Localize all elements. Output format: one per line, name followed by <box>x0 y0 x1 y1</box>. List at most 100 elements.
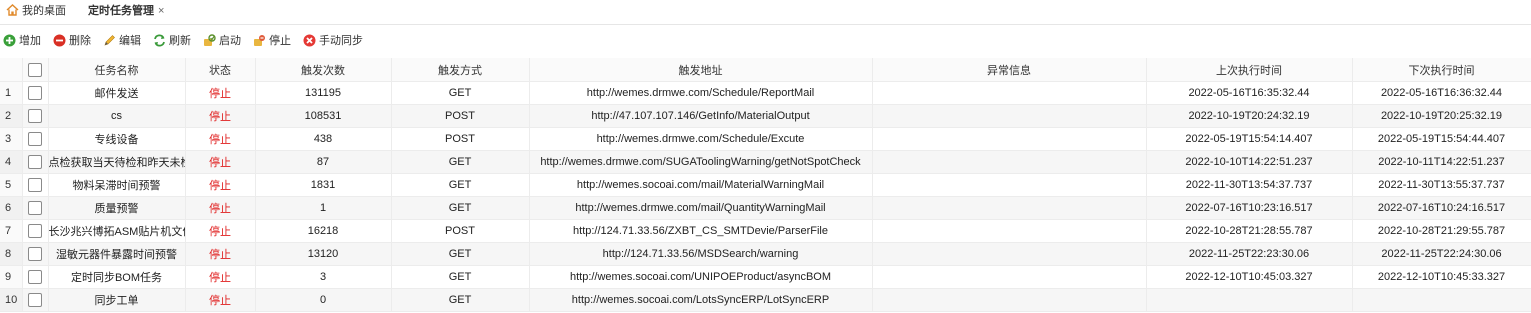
add-icon <box>3 34 16 47</box>
error-info-cell <box>872 288 1147 312</box>
task-name-cell: 专线设备 <box>48 127 186 151</box>
next-run-cell: 2022-05-19T15:54:44.407 <box>1352 127 1531 151</box>
delete-icon <box>53 34 66 47</box>
home-icon <box>6 4 19 16</box>
column-header-error-info[interactable]: 异常信息 <box>872 58 1147 82</box>
trigger-method-cell: GET <box>391 150 530 174</box>
row-checkbox-cell <box>22 265 49 289</box>
delete-button[interactable]: 删除 <box>53 30 91 52</box>
tab-home[interactable]: 我的桌面 <box>6 0 66 24</box>
column-header-status[interactable]: 状态 <box>185 58 256 82</box>
last-run-cell: 2022-11-30T13:54:37.737 <box>1146 173 1353 197</box>
table-row[interactable]: 9 定时同步BOM任务 停止 3 GET http://wemes.socoai.com/… <box>0 265 1531 289</box>
status-cell: 停止 <box>185 265 256 289</box>
trigger-url-cell: http://wemes.drmwe.com/mail/QuantityWarn… <box>529 196 873 220</box>
trigger-url-cell: http://wemes.drmwe.com/Schedule/Excute <box>529 127 873 151</box>
task-grid: 任务名称 状态 触发次数 触发方式 触发地址 异常信息 上次执行时间 下次执行时… <box>0 58 1531 313</box>
column-header-trigger-count[interactable]: 触发次数 <box>255 58 392 82</box>
row-checkbox[interactable] <box>28 109 42 123</box>
row-checkbox[interactable] <box>28 178 42 192</box>
table-row[interactable]: 7 长沙兆兴博拓ASM贴片机文件 停止 16218 POST http://124.71.… <box>0 219 1531 243</box>
refresh-button[interactable]: 刷新 <box>153 30 191 52</box>
trigger-count-cell: 87 <box>255 150 392 174</box>
row-checkbox-cell <box>22 150 49 174</box>
next-run-cell <box>1352 288 1531 312</box>
error-info-cell <box>872 173 1147 197</box>
last-run-cell: 2022-07-16T10:23:16.517 <box>1146 196 1353 220</box>
row-checkbox[interactable] <box>28 293 42 307</box>
table-row[interactable]: 10 同步工单 停止 0 GET http://wemes.socoai.com/Lots… <box>0 288 1531 312</box>
column-header-last-run[interactable]: 上次执行时间 <box>1146 58 1353 82</box>
table-row[interactable]: 4 点检获取当天待检和昨天未检 停止 87 GET http://wemes.drmwe.… <box>0 150 1531 174</box>
row-checkbox-cell <box>22 288 49 312</box>
error-info-cell <box>872 81 1147 105</box>
row-checkbox-cell <box>22 81 49 105</box>
edit-button-label: 编辑 <box>119 35 141 47</box>
table-row[interactable]: 6 质量预警 停止 1 GET http://wemes.drmwe.com/mail/Q… <box>0 196 1531 220</box>
status-cell: 停止 <box>185 173 256 197</box>
row-checkbox[interactable] <box>28 270 42 284</box>
table-row[interactable]: 5 物料呆滞时间预警 停止 1831 GET http://wemes.socoai.co… <box>0 173 1531 197</box>
trigger-method-cell: GET <box>391 196 530 220</box>
table-row[interactable]: 2 cs 停止 108531 POST http://47.107.107.146/Get… <box>0 104 1531 128</box>
column-header-task-name[interactable]: 任务名称 <box>48 58 186 82</box>
row-checkbox[interactable] <box>28 86 42 100</box>
error-info-cell <box>872 265 1147 289</box>
status-cell: 停止 <box>185 196 256 220</box>
task-name-cell: 点检获取当天待检和昨天未检 <box>48 150 186 174</box>
stop-button-label: 停止 <box>269 35 291 47</box>
tab-scheduled-tasks-label: 定时任务管理 <box>88 5 154 17</box>
row-checkbox-cell <box>22 173 49 197</box>
trigger-method-cell: GET <box>391 173 530 197</box>
column-header-trigger-method[interactable]: 触发方式 <box>391 58 530 82</box>
toolbar: 增加 删除 编辑 刷新 启动 停止 手动同步 <box>0 30 1531 52</box>
error-info-cell <box>872 242 1147 266</box>
row-checkbox[interactable] <box>28 155 42 169</box>
refresh-icon <box>154 34 165 47</box>
table-header-row: 任务名称 状态 触发次数 触发方式 触发地址 异常信息 上次执行时间 下次执行时… <box>0 58 1531 82</box>
task-name-cell: 物料呆滞时间预警 <box>48 173 186 197</box>
trigger-method-cell: GET <box>391 242 530 266</box>
start-button[interactable]: 启动 <box>203 30 241 52</box>
row-checkbox[interactable] <box>28 201 42 215</box>
task-name-cell: 质量预警 <box>48 196 186 220</box>
task-name-cell: 邮件发送 <box>48 81 186 105</box>
row-checkbox[interactable] <box>28 132 42 146</box>
row-number: 5 <box>0 173 23 197</box>
row-checkbox[interactable] <box>28 247 42 261</box>
add-button[interactable]: 增加 <box>3 30 41 52</box>
column-header-trigger-url[interactable]: 触发地址 <box>529 58 873 82</box>
manual-sync-button[interactable]: 手动同步 <box>303 30 363 52</box>
trigger-method-cell: GET <box>391 288 530 312</box>
refresh-button-label: 刷新 <box>169 35 191 47</box>
row-checkbox[interactable] <box>28 224 42 238</box>
tab-bar: 我的桌面 定时任务管理 × <box>0 0 1531 25</box>
select-all-checkbox-cell <box>22 58 49 82</box>
column-header-next-run[interactable]: 下次执行时间 <box>1352 58 1531 82</box>
last-run-cell: 2022-10-10T14:22:51.237 <box>1146 150 1353 174</box>
trigger-url-cell: http://wemes.socoai.com/UNIPOEProduct/as… <box>529 265 873 289</box>
next-run-cell: 2022-10-19T20:25:32.19 <box>1352 104 1531 128</box>
error-info-cell <box>872 196 1147 220</box>
next-run-cell: 2022-10-11T14:22:51.237 <box>1352 150 1531 174</box>
trigger-count-cell: 1831 <box>255 173 392 197</box>
row-number: 6 <box>0 196 23 220</box>
trigger-count-cell: 3 <box>255 265 392 289</box>
trigger-count-cell: 108531 <box>255 104 392 128</box>
table-row[interactable]: 1 邮件发送 停止 131195 GET http://wemes.drmwe.com/S… <box>0 81 1531 105</box>
trigger-count-cell: 13120 <box>255 242 392 266</box>
trigger-count-cell: 0 <box>255 288 392 312</box>
row-number: 2 <box>0 104 23 128</box>
error-info-cell <box>872 219 1147 243</box>
table-row[interactable]: 3 专线设备 停止 438 POST http://wemes.drmwe.com/Sch… <box>0 127 1531 151</box>
trigger-count-cell: 131195 <box>255 81 392 105</box>
next-run-cell: 2022-11-25T22:24:30.06 <box>1352 242 1531 266</box>
tab-scheduled-tasks[interactable]: 定时任务管理 × <box>88 0 164 24</box>
table-row[interactable]: 8 湿敏元器件暴露时间预警 停止 13120 GET http://124.71.33.5… <box>0 242 1531 266</box>
status-cell: 停止 <box>185 242 256 266</box>
status-cell: 停止 <box>185 150 256 174</box>
tab-close-icon[interactable]: × <box>158 5 164 17</box>
stop-button[interactable]: 停止 <box>253 30 291 52</box>
select-all-checkbox[interactable] <box>28 62 42 77</box>
edit-button[interactable]: 编辑 <box>103 30 141 52</box>
